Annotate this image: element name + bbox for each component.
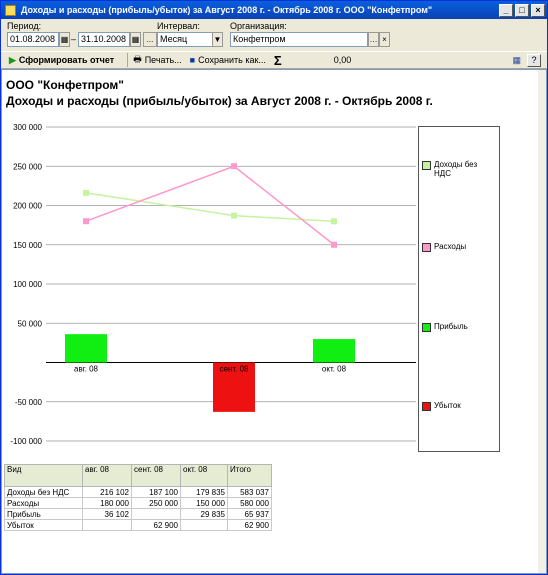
table-row: Прибыль 36 102 29 835 65 937 xyxy=(4,508,272,520)
y-tick-label: 300 000 xyxy=(13,123,42,132)
help-button[interactable]: ? xyxy=(527,53,541,67)
sum-icon[interactable]: Σ xyxy=(274,53,282,68)
print-button[interactable]: 🖶 Печать... xyxy=(133,52,181,68)
point-Доходы без НДС xyxy=(231,212,237,219)
chart-legend: Доходы без НДС Расходы Прибыль Убыток xyxy=(418,126,500,452)
legend-swatch xyxy=(422,243,431,252)
org-label: Организация: xyxy=(230,21,287,31)
clear-icon[interactable]: × xyxy=(379,32,390,47)
report-window: Доходы и расходы (прибыль/убыток) за Авг… xyxy=(0,0,548,575)
data-table: Вид авг. 08 сент. 08 окт. 08 Итого Доход… xyxy=(4,464,272,531)
generate-report-button[interactable]: ▶ Сформировать отчет xyxy=(9,55,114,66)
x-tick-label: авг. 08 xyxy=(74,365,99,374)
point-Расходы xyxy=(231,163,237,170)
calendar-icon[interactable]: ▦ xyxy=(130,32,141,47)
date-from-field[interactable]: 01.08.2008 xyxy=(7,32,59,47)
parameters-panel: Период: 01.08.2008 ▦ – 31.10.2008 ▦ ... … xyxy=(1,19,547,49)
play-icon: ▶ xyxy=(9,54,16,65)
bar-Прибыль xyxy=(313,339,355,363)
bar-Прибыль xyxy=(65,334,107,363)
table-row: Расходы 180 000 250 000 150 000 580 000 xyxy=(4,497,272,509)
sum-value: 0,00 xyxy=(333,55,352,65)
table-header-cell: сент. 08 xyxy=(131,464,181,487)
calendar-icon[interactable]: ▦ xyxy=(59,32,70,47)
legend-swatch xyxy=(422,402,431,411)
y-tick-label: 100 000 xyxy=(13,280,42,289)
x-tick-label: сент. 08 xyxy=(220,365,250,374)
window-title: Доходы и расходы (прибыль/убыток) за Авг… xyxy=(21,5,433,15)
minimize-button[interactable]: _ xyxy=(499,3,513,17)
legend-item: Убыток xyxy=(422,401,461,411)
vertical-scrollbar[interactable] xyxy=(538,70,546,573)
report-title: Доходы и расходы (прибыль/убыток) за Авг… xyxy=(6,94,433,108)
y-tick-label: 250 000 xyxy=(13,162,42,171)
point-Доходы без НДС xyxy=(331,218,337,225)
legend-swatch xyxy=(422,323,431,332)
org-select-button[interactable]: … xyxy=(368,32,379,47)
interval-label: Интервал: xyxy=(157,21,200,31)
settings-icon[interactable]: ▦ xyxy=(512,55,521,66)
legend-item: Расходы xyxy=(422,242,466,252)
legend-item: Прибыль xyxy=(422,322,468,332)
printer-icon: 🖶 xyxy=(133,54,142,64)
report-org: ООО "Конфетпром" xyxy=(6,78,124,92)
y-tick-label: 200 000 xyxy=(13,202,42,211)
period-dash: – xyxy=(71,34,77,44)
save-as-button[interactable]: ■ Сохранить как... xyxy=(190,55,266,65)
app-icon xyxy=(5,4,16,16)
y-tick-label: -100 000 xyxy=(10,437,42,446)
legend-item: Доходы без НДС xyxy=(422,160,494,178)
table-header-cell: Итого xyxy=(227,464,272,487)
maximize-button[interactable]: □ xyxy=(515,3,529,17)
x-tick-label: окт. 08 xyxy=(322,365,347,374)
toolbar-separator xyxy=(127,53,129,67)
point-Расходы xyxy=(331,241,337,248)
y-tick-label: 150 000 xyxy=(13,241,42,250)
table-row: Убыток 62 900 62 900 xyxy=(4,519,272,531)
organization-field[interactable]: Конфетпром xyxy=(230,32,368,47)
y-tick-label: 50 000 xyxy=(18,319,43,328)
legend-swatch xyxy=(422,161,431,170)
report-area: ООО "Конфетпром" Доходы и расходы (прибы… xyxy=(1,69,547,574)
period-more-button[interactable]: ... xyxy=(143,32,157,47)
period-label: Период: xyxy=(7,21,42,31)
table-header-cell: авг. 08 xyxy=(82,464,132,487)
y-tick-label: -50 000 xyxy=(15,398,43,407)
table-header-cell: Вид xyxy=(4,464,83,487)
table-header-cell: окт. 08 xyxy=(180,464,228,487)
date-to-field[interactable]: 31.10.2008 xyxy=(78,32,130,47)
chevron-down-icon[interactable]: ▼ xyxy=(212,32,223,47)
close-button[interactable]: × xyxy=(531,3,545,17)
toolbar: ▶ Сформировать отчет 🖶 Печать... ■ Сохра… xyxy=(1,51,547,69)
point-Доходы без НДС xyxy=(83,189,89,196)
save-icon: ■ xyxy=(189,55,196,65)
table-row: Доходы без НДС 216 102 187 100 179 835 5… xyxy=(4,486,272,498)
interval-select[interactable]: Месяц xyxy=(157,32,213,47)
title-bar[interactable]: Доходы и расходы (прибыль/убыток) за Авг… xyxy=(1,1,547,19)
table-header-row: Вид авг. 08 сент. 08 окт. 08 Итого xyxy=(4,464,272,487)
point-Расходы xyxy=(83,218,89,225)
